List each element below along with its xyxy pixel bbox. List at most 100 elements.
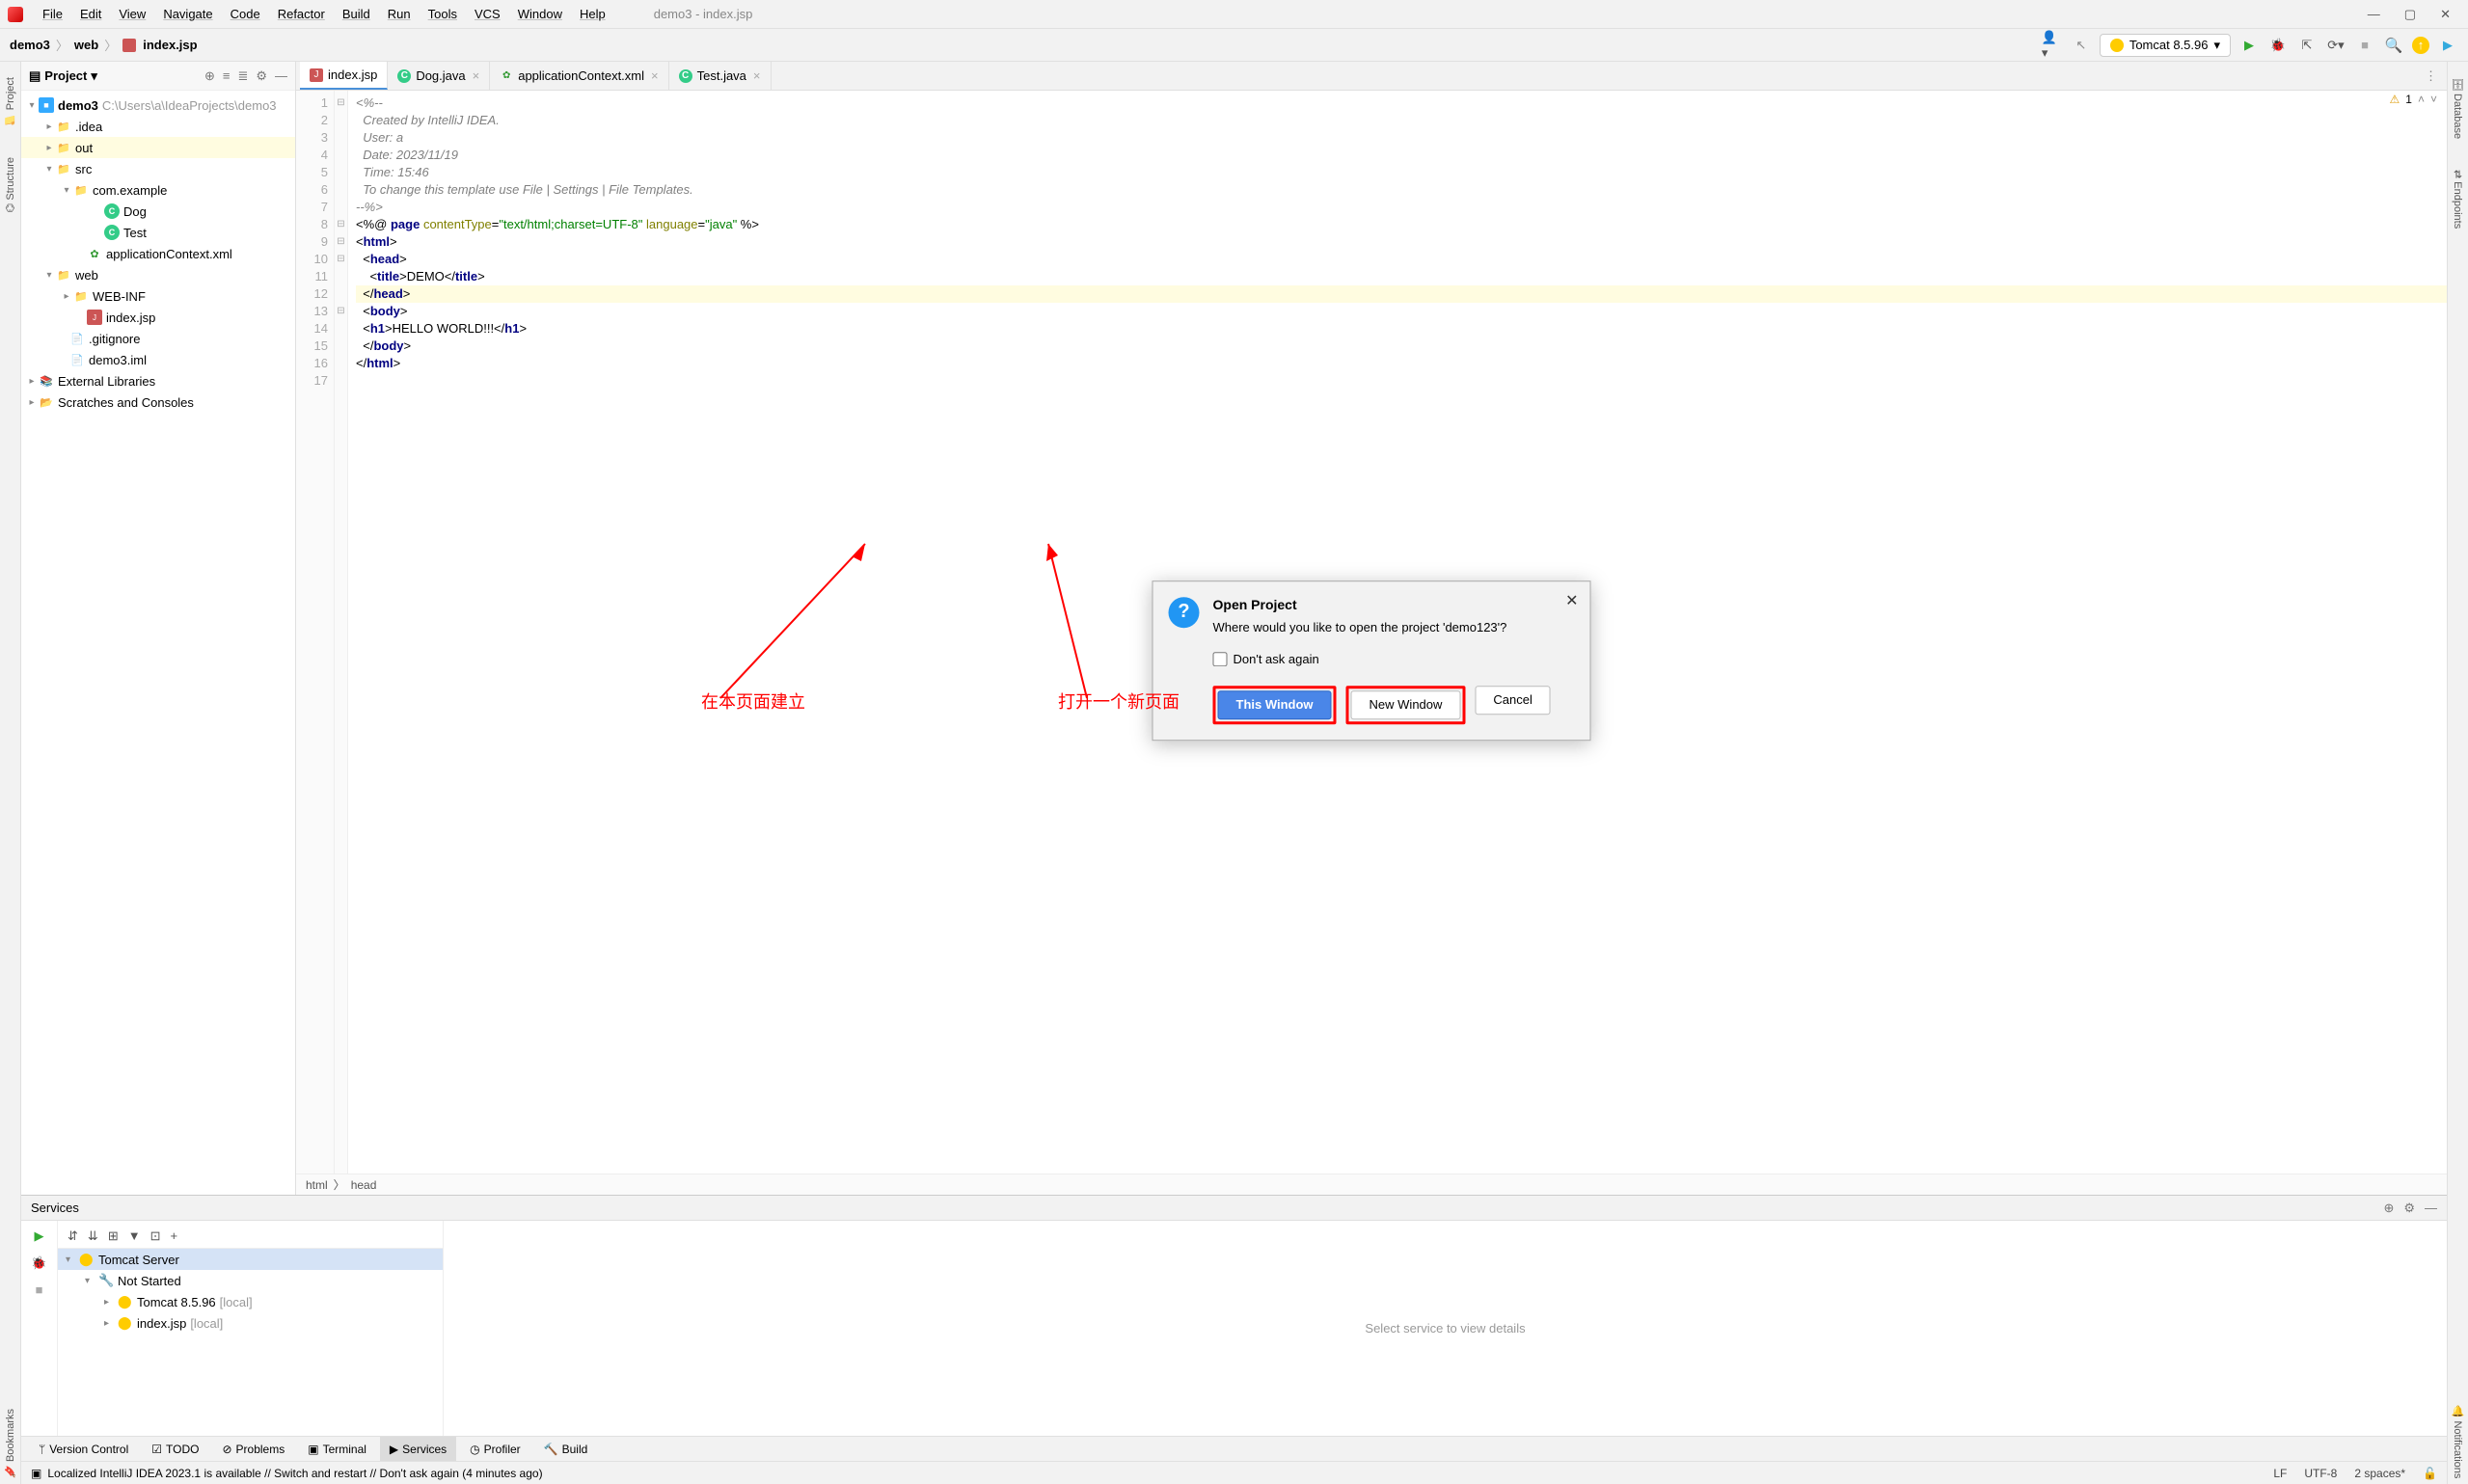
tree-node-package[interactable]: ▾📁com.example: [21, 179, 295, 201]
menu-edit[interactable]: Edit: [72, 3, 109, 25]
update-icon[interactable]: ↑: [2412, 37, 2429, 54]
tree-node-appctx[interactable]: ✿applicationContext.xml: [21, 243, 295, 264]
run-config-selector[interactable]: Tomcat 8.5.96 ▾: [2100, 34, 2231, 57]
tree-node-iml[interactable]: 📄demo3.iml: [21, 349, 295, 370]
expand-icon[interactable]: ≡: [223, 68, 231, 84]
tree-node-class-dog[interactable]: CDog: [21, 201, 295, 222]
settings-icon[interactable]: ⚙: [256, 68, 267, 84]
minimize-button[interactable]: —: [2368, 7, 2380, 22]
services-run-icon[interactable]: ▶: [35, 1228, 44, 1244]
menu-help[interactable]: Help: [572, 3, 613, 25]
tab-todo[interactable]: ☑TODO: [142, 1437, 208, 1461]
inspections-widget[interactable]: ⚠ 1 ˄ ˅: [2390, 93, 2437, 106]
cancel-button[interactable]: Cancel: [1475, 686, 1550, 715]
new-window-button[interactable]: New Window: [1351, 690, 1461, 719]
tool-bookmarks-tab[interactable]: 🔖 Bookmarks: [2, 1403, 18, 1484]
project-view-selector[interactable]: ▤ Project ▾: [29, 68, 97, 84]
this-window-button[interactable]: This Window: [1218, 690, 1332, 719]
dont-ask-input[interactable]: [1213, 652, 1228, 666]
tree-node-webinf[interactable]: ▸📁WEB-INF: [21, 285, 295, 307]
layout-icon[interactable]: ⊡: [150, 1228, 161, 1244]
services-debug-icon[interactable]: 🐞: [31, 1255, 46, 1271]
tool-structure-tab[interactable]: ⌬ Structure: [2, 151, 18, 218]
tree-node-scratches[interactable]: ▸📂Scratches and Consoles: [21, 391, 295, 413]
tab-build[interactable]: 🔨Build: [534, 1437, 598, 1461]
collapse-all-icon[interactable]: ⇊: [88, 1228, 98, 1244]
menu-run[interactable]: Run: [380, 3, 419, 25]
tree-node-root[interactable]: ▾■ demo3 C:\Users\a\IdeaProjects\demo3: [21, 94, 295, 116]
menu-navigate[interactable]: Navigate: [155, 3, 220, 25]
indent-widget[interactable]: 2 spaces*: [2354, 1467, 2405, 1480]
crumb-project[interactable]: demo3: [10, 38, 50, 52]
tree-node-class-test[interactable]: CTest: [21, 222, 295, 243]
add-icon[interactable]: +: [171, 1228, 178, 1244]
tab-version-control[interactable]: ᛘVersion Control: [29, 1437, 138, 1461]
tabs-more-icon[interactable]: ⋮: [2415, 68, 2447, 84]
tool-database-tab[interactable]: 🗄 Database: [2450, 71, 2466, 145]
services-item-indexjsp[interactable]: ▸⬤ index.jsp[local]: [58, 1312, 443, 1334]
filter-icon[interactable]: ▼: [128, 1228, 141, 1244]
readonly-icon[interactable]: 🔓: [2423, 1467, 2437, 1480]
menu-window[interactable]: Window: [510, 3, 570, 25]
fold-gutter[interactable]: ⊟⊟⊟⊟⊟: [335, 91, 348, 1174]
tool-endpoints-tab[interactable]: ⇄ Endpoints: [2450, 164, 2466, 234]
tab-appctx-xml[interactable]: ✿ applicationContext.xml ×: [490, 62, 668, 90]
search-button[interactable]: 🔍: [2383, 35, 2404, 56]
services-root-tomcat[interactable]: ▾⬤ Tomcat Server: [58, 1249, 443, 1270]
services-locate-icon[interactable]: ⊕: [2383, 1201, 2394, 1216]
menu-refactor[interactable]: Refactor: [270, 3, 333, 25]
locate-icon[interactable]: ⊕: [204, 68, 215, 84]
services-tree[interactable]: ⇵ ⇊ ⊞ ▼ ⊡ + ▾⬤ Tomcat Server ▾🔧: [58, 1221, 444, 1436]
menu-build[interactable]: Build: [335, 3, 378, 25]
tab-test-java[interactable]: C Test.java ×: [669, 62, 772, 90]
encoding-widget[interactable]: UTF-8: [2304, 1467, 2337, 1480]
maximize-button[interactable]: ▢: [2404, 7, 2416, 22]
tab-problems[interactable]: ⊘Problems: [212, 1437, 294, 1461]
tab-index-jsp[interactable]: J index.jsp: [300, 62, 388, 90]
expand-all-icon[interactable]: ⇵: [68, 1228, 78, 1244]
ide-actions-button[interactable]: ▶: [2437, 35, 2458, 56]
close-button[interactable]: ✕: [2440, 7, 2451, 22]
tree-node-out[interactable]: ▸📁out: [21, 137, 295, 158]
close-icon[interactable]: ×: [473, 68, 480, 83]
project-tree[interactable]: ▾■ demo3 C:\Users\a\IdeaProjects\demo3 ▸…: [21, 91, 295, 1195]
line-sep-widget[interactable]: LF: [2273, 1467, 2287, 1480]
services-item-tomcat[interactable]: ▸⬤ Tomcat 8.5.96[local]: [58, 1291, 443, 1312]
tab-services[interactable]: ▶Services: [380, 1437, 456, 1461]
close-icon[interactable]: ×: [753, 68, 761, 83]
tab-terminal[interactable]: ▣Terminal: [298, 1437, 376, 1461]
stop-button[interactable]: ■: [2354, 35, 2375, 56]
crumb-folder[interactable]: web: [74, 38, 98, 52]
menu-view[interactable]: View: [111, 3, 153, 25]
services-hide-icon[interactable]: —: [2425, 1201, 2437, 1216]
services-not-started[interactable]: ▾🔧 Not Started: [58, 1270, 443, 1291]
menu-tools[interactable]: Tools: [420, 3, 465, 25]
tab-profiler[interactable]: ◷Profiler: [460, 1437, 530, 1461]
profile-button[interactable]: ⟳▾: [2325, 35, 2346, 56]
tree-node-web[interactable]: ▾📁web: [21, 264, 295, 285]
tree-node-gitignore[interactable]: 📄.gitignore: [21, 328, 295, 349]
hide-icon[interactable]: —: [275, 68, 287, 84]
dont-ask-checkbox[interactable]: Don't ask again: [1213, 652, 1575, 666]
debug-button[interactable]: 🐞: [2267, 35, 2289, 56]
next-highlight-icon[interactable]: ˅: [2430, 93, 2437, 106]
tree-node-src[interactable]: ▾📁src: [21, 158, 295, 179]
tool-project-tab[interactable]: 📁 Project: [2, 71, 18, 132]
prev-highlight-icon[interactable]: ˄: [2418, 93, 2425, 106]
tab-dog-java[interactable]: C Dog.java ×: [388, 62, 490, 90]
collapse-icon[interactable]: ≣: [237, 68, 248, 84]
coverage-button[interactable]: ⇱: [2296, 35, 2318, 56]
back-icon[interactable]: ↖: [2071, 35, 2092, 56]
group-icon[interactable]: ⊞: [108, 1228, 119, 1244]
add-user-icon[interactable]: 👤▾: [2042, 35, 2063, 56]
close-icon[interactable]: ×: [651, 68, 659, 83]
tool-notifications-tab[interactable]: 🔔 Notifications: [2450, 1399, 2466, 1484]
tree-node-indexjsp[interactable]: Jindex.jsp: [21, 307, 295, 328]
editor-breadcrumb[interactable]: html 〉 head: [296, 1174, 2447, 1195]
menu-file[interactable]: File: [35, 3, 70, 25]
tree-node-idea[interactable]: ▸📁.idea: [21, 116, 295, 137]
breadcrumb[interactable]: demo3 〉 web 〉 index.jsp: [10, 36, 198, 54]
run-button[interactable]: ▶: [2238, 35, 2260, 56]
services-stop-icon[interactable]: ■: [36, 1282, 43, 1297]
menu-code[interactable]: Code: [223, 3, 268, 25]
